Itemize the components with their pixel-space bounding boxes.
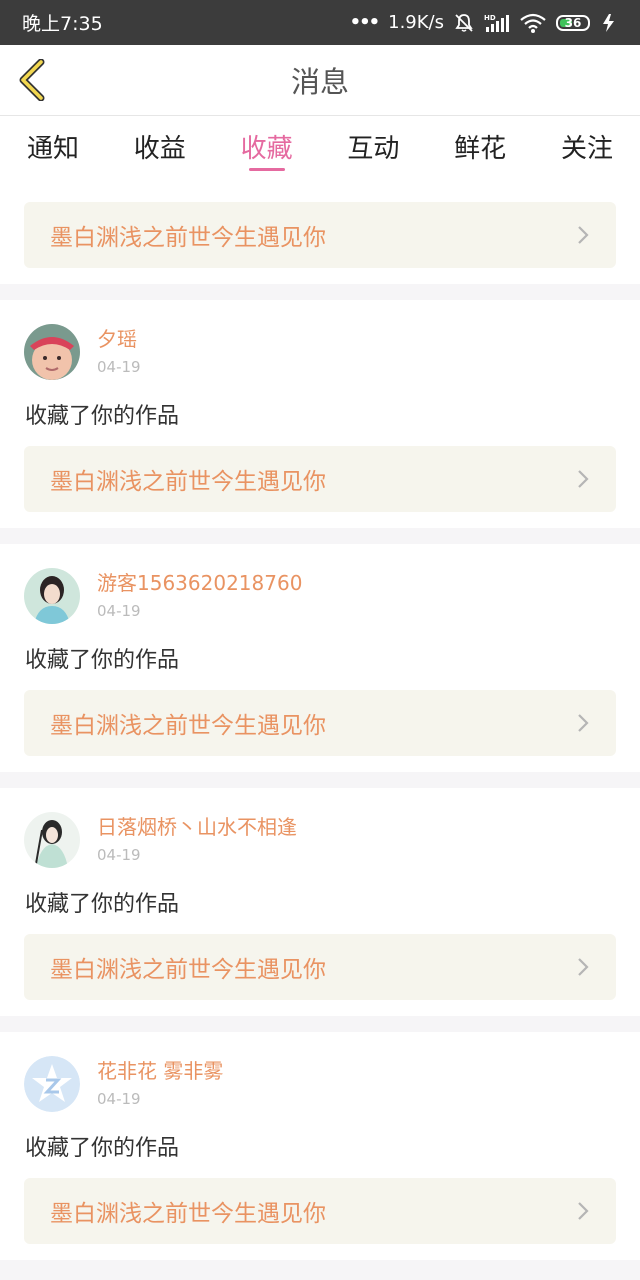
- book-title: 墨白渊浅之前世今生遇见你: [50, 225, 326, 251]
- chevron-right-icon: [578, 1202, 589, 1220]
- network-speed: 1.9K/s: [388, 12, 444, 33]
- page-title: 消息: [290, 65, 349, 99]
- chevron-right-icon: [578, 470, 589, 488]
- avatar[interactable]: [24, 568, 80, 624]
- charging-icon: [603, 13, 614, 32]
- book-title: 墨白渊浅之前世今生遇见你: [50, 957, 326, 983]
- book-title: 墨白渊浅之前世今生遇见你: [50, 1201, 326, 1227]
- date: 04-19: [97, 358, 141, 376]
- chevron-right-icon: [578, 226, 589, 244]
- svg-text:HD: HD: [484, 14, 496, 22]
- battery-icon: 36: [556, 14, 590, 31]
- wifi-icon: [520, 13, 546, 33]
- chevron-right-icon: [578, 714, 589, 732]
- favorite-item: 日落烟桥丶山水不相逢 04-19 收藏了你的作品 墨白渊浅之前世今生遇见你: [0, 788, 640, 1016]
- book-title: 墨白渊浅之前世今生遇见你: [50, 713, 326, 739]
- tab-follow[interactable]: 关注: [534, 116, 640, 184]
- tab-interaction[interactable]: 互动: [320, 116, 426, 184]
- book-title: 墨白渊浅之前世今生遇见你: [50, 469, 326, 495]
- date: 04-19: [97, 846, 141, 864]
- action-text: 收藏了你的作品: [25, 648, 180, 673]
- book-link[interactable]: 墨白渊浅之前世今生遇见你: [24, 934, 616, 1000]
- user-info: 花非花 雾非雾 04-19: [24, 1056, 223, 1112]
- status-time: 晚上7:35: [22, 13, 103, 35]
- date: 04-19: [97, 1090, 141, 1108]
- user-name[interactable]: 日落烟桥丶山水不相逢: [97, 814, 297, 840]
- action-text: 收藏了你的作品: [25, 404, 180, 429]
- tab-flowers[interactable]: 鲜花: [427, 116, 533, 184]
- default-avatar-icon[interactable]: [24, 1056, 80, 1112]
- action-text: 收藏了你的作品: [25, 1136, 180, 1161]
- user-info: 日落烟桥丶山水不相逢 04-19: [24, 812, 297, 868]
- book-link[interactable]: 墨白渊浅之前世今生遇见你: [24, 446, 616, 512]
- book-link[interactable]: 墨白渊浅之前世今生遇见你: [24, 690, 616, 756]
- status-bar: 晚上7:35 ••• 1.9K/s HD 36: [0, 0, 640, 45]
- tab-earnings[interactable]: 收益: [107, 116, 213, 184]
- favorite-item: 游客1563620218760 04-19 收藏了你的作品 墨白渊浅之前世今生遇…: [0, 544, 640, 772]
- tab-bar: 通知 收益 收藏 互动 鲜花 关注: [0, 116, 640, 184]
- chevron-right-icon: [578, 958, 589, 976]
- avatar[interactable]: [24, 812, 80, 868]
- book-link[interactable]: 墨白渊浅之前世今生遇见你: [24, 202, 616, 268]
- user-info: 夕瑶 04-19: [24, 324, 141, 380]
- status-icons: ••• 1.9K/s HD 36: [350, 12, 618, 33]
- more-dots-icon: •••: [349, 12, 380, 33]
- user-info: 游客1563620218760 04-19: [24, 568, 302, 624]
- action-text: 收藏了你的作品: [25, 892, 180, 917]
- user-name[interactable]: 夕瑶: [97, 326, 141, 352]
- user-name[interactable]: 游客1563620218760: [97, 570, 302, 596]
- avatar[interactable]: [24, 324, 80, 380]
- favorite-item: 夕瑶 04-19 收藏了你的作品 墨白渊浅之前世今生遇见你: [0, 300, 640, 528]
- top-book-card: 墨白渊浅之前世今生遇见你: [0, 184, 640, 284]
- book-link[interactable]: 墨白渊浅之前世今生遇见你: [24, 1178, 616, 1244]
- favorite-item: 花非花 雾非雾 04-19 收藏了你的作品 墨白渊浅之前世今生遇见你: [0, 1032, 640, 1260]
- header: 消息: [0, 45, 640, 116]
- signal-icon: HD: [484, 14, 509, 32]
- date: 04-19: [97, 602, 141, 620]
- user-name[interactable]: 花非花 雾非雾: [97, 1058, 223, 1084]
- tab-notification[interactable]: 通知: [0, 116, 106, 184]
- tab-favorites[interactable]: 收藏: [214, 116, 320, 184]
- mute-icon: [455, 13, 473, 32]
